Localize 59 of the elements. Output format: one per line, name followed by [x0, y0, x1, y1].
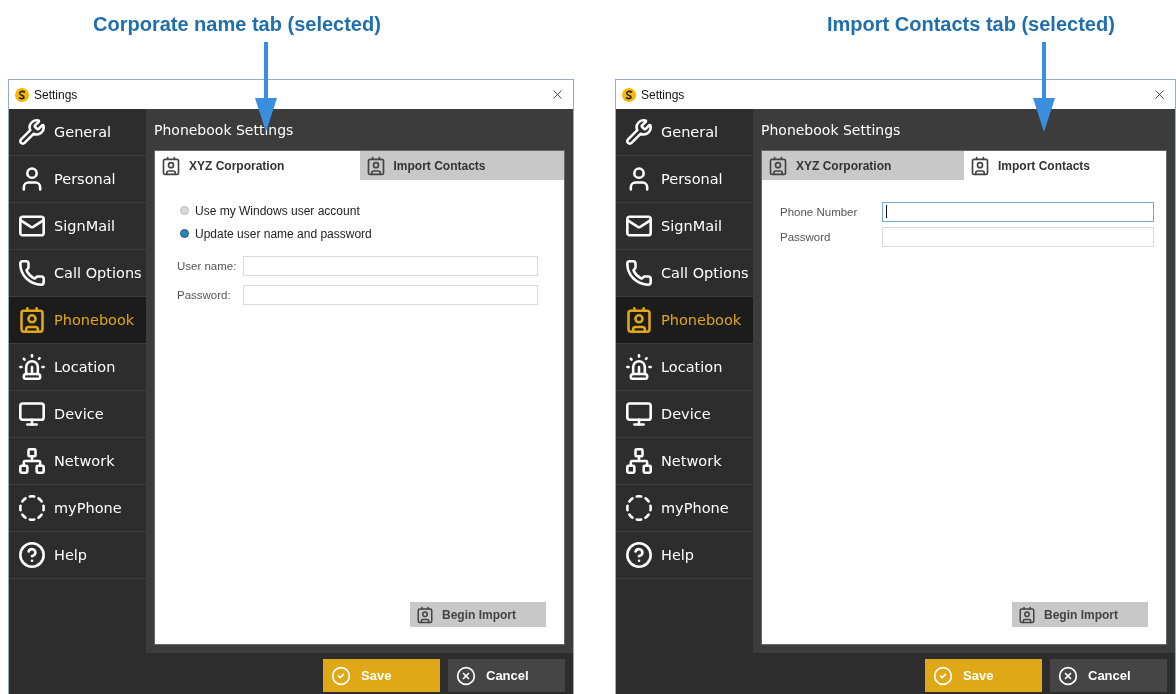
close-circle-icon	[1058, 665, 1078, 686]
close-icon[interactable]	[1152, 87, 1167, 102]
envelope-icon	[625, 212, 653, 240]
sidebar-item[interactable]: SignMail	[616, 203, 753, 250]
begin-import-button[interactable]: Begin Import	[1012, 602, 1148, 627]
wrench-icon	[18, 118, 46, 146]
radio-button[interactable]	[180, 229, 189, 238]
contact-book-icon	[18, 306, 46, 334]
contact-book-icon	[161, 155, 181, 176]
sidebar-item[interactable]: Phonebook	[616, 297, 753, 344]
tab[interactable]: XYZ Corporation	[762, 151, 964, 180]
contact-book-icon	[768, 155, 788, 176]
field-label: Password	[780, 230, 832, 243]
window-title: Settings	[641, 87, 686, 102]
contact-book-icon	[625, 306, 653, 334]
phone-icon	[18, 259, 46, 287]
window-title: Settings	[34, 87, 79, 102]
radio-button[interactable]	[180, 206, 189, 215]
section-heading: Phonebook Settings	[154, 120, 295, 140]
cancel-button[interactable]: Cancel	[1050, 659, 1167, 692]
callout-title: Corporate name tab (selected)	[93, 13, 381, 36]
sidebar-item[interactable]: SignMail	[9, 203, 146, 250]
phone-icon	[625, 259, 653, 287]
monitor-icon	[18, 400, 46, 428]
field-label: Password:	[177, 288, 232, 301]
input-field[interactable]	[243, 255, 538, 276]
callout-title: Import Contacts tab (selected)	[827, 13, 1115, 36]
app-logo-icon	[15, 87, 29, 102]
help-icon	[625, 541, 653, 569]
option-label: Update user name and password	[195, 226, 372, 241]
option-label: Use my Windows user account	[195, 203, 360, 218]
network-icon	[625, 447, 653, 475]
siren-icon	[18, 353, 46, 381]
envelope-icon	[18, 212, 46, 240]
input-field[interactable]	[243, 284, 538, 305]
siren-icon	[625, 353, 653, 381]
check-circle-icon	[933, 665, 953, 686]
text-caret	[886, 205, 887, 218]
close-circle-icon	[456, 665, 476, 686]
cancel-button[interactable]: Cancel	[448, 659, 565, 692]
field-label: User name:	[177, 259, 238, 272]
contact-book-icon	[970, 155, 990, 176]
input-field[interactable]	[882, 226, 1154, 247]
contact-book-icon	[365, 155, 386, 176]
begin-import-button[interactable]: Begin Import	[410, 602, 546, 627]
monitor-icon	[625, 400, 653, 428]
field-label: Phone Number	[780, 205, 859, 218]
section-heading: Phonebook Settings	[761, 120, 902, 140]
tab[interactable]: Import Contacts	[359, 151, 564, 180]
help-icon	[18, 541, 46, 569]
wrench-icon	[625, 118, 653, 146]
input-field[interactable]	[882, 201, 1154, 222]
contact-book-icon	[416, 605, 434, 624]
network-icon	[18, 447, 46, 475]
check-circle-icon	[331, 665, 351, 686]
app-logo-icon	[622, 87, 636, 102]
sidebar-item[interactable]: Phonebook	[9, 297, 146, 344]
close-icon[interactable]	[550, 87, 565, 102]
contact-book-icon	[1018, 605, 1036, 624]
